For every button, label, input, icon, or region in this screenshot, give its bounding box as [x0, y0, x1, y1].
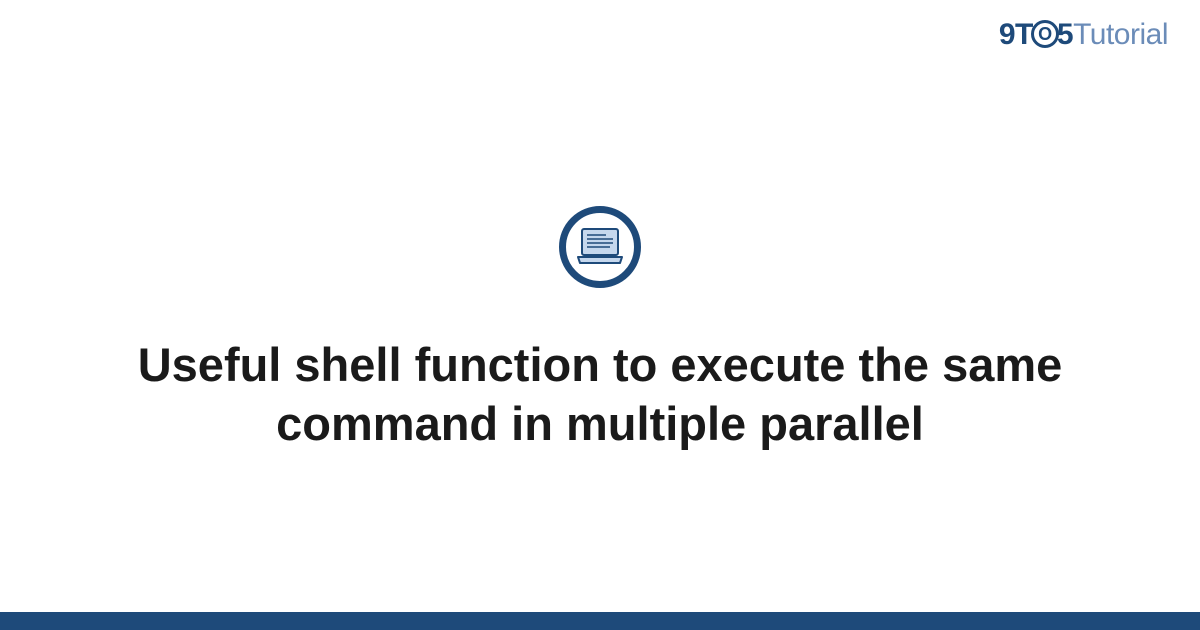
main-content: Useful shell function to execute the sam… — [0, 0, 1200, 630]
page-title: Useful shell function to execute the sam… — [125, 336, 1075, 454]
footer-bar — [0, 612, 1200, 630]
laptop-icon — [576, 227, 624, 267]
icon-circle — [559, 206, 641, 288]
